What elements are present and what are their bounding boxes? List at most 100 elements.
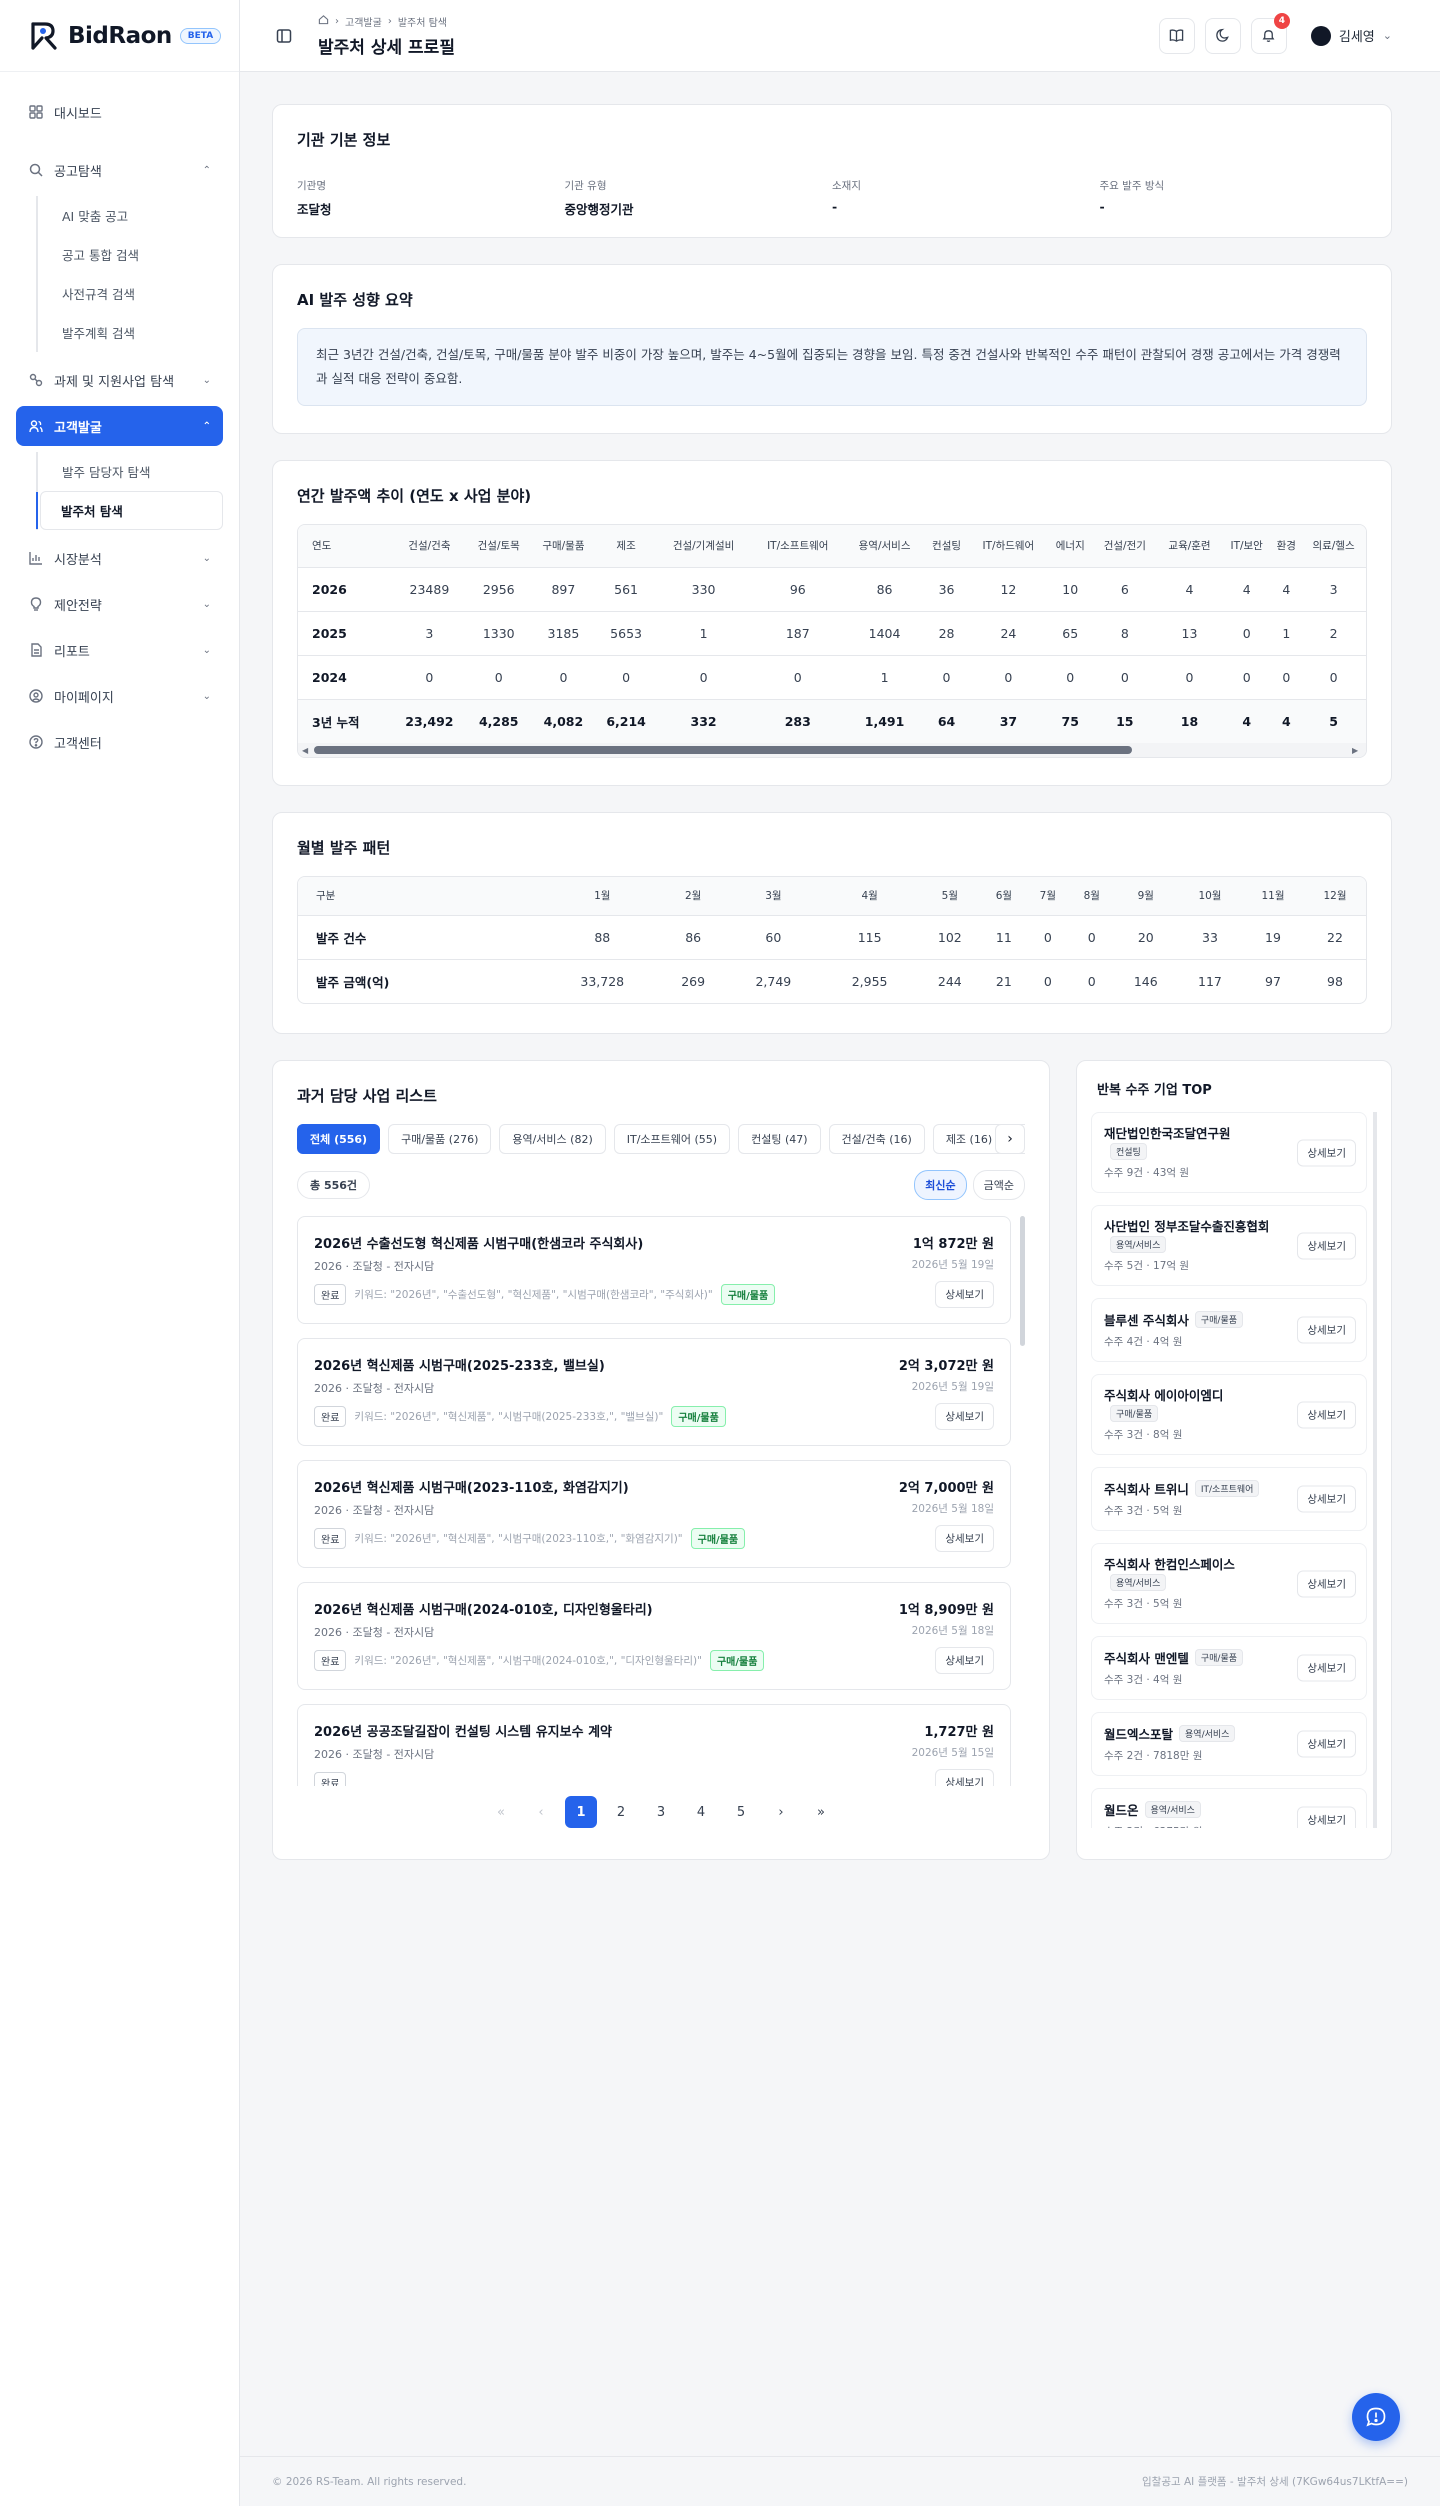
notifications-button[interactable]: 4 (1250, 12, 1290, 54)
sidebar-item-market-analysis[interactable]: 시장분석 ⌄ (16, 538, 223, 578)
firm-item[interactable]: 재단법인한국조달연구원컨설팅 수주 9건 · 43억 원 상세보기 (1091, 1112, 1367, 1193)
detail-button[interactable]: 상세보기 (935, 1769, 994, 1786)
firm-name[interactable]: 월드엑스포탈 (1104, 1727, 1173, 1742)
page-button[interactable]: 2 (605, 1796, 637, 1828)
breadcrumb-item[interactable]: 발주처 탐색 (398, 14, 447, 29)
firm-item[interactable]: 주식회사 맨엔텔 구매/물품 수주 3건 · 4억 원 상세보기 (1091, 1636, 1367, 1700)
list-scrollbar[interactable] (1020, 1216, 1025, 1346)
page-button[interactable]: 1 (565, 1796, 597, 1828)
firm-item[interactable]: 월드온용역/서비스수주 2건 · 6275만 원상세보기 (1091, 1788, 1367, 1828)
scroll-right-icon[interactable]: ▶ (1352, 746, 1362, 755)
project-title[interactable]: 2026년 혁신제품 시범구매(2024-010호, 디자인형울타리) (314, 1599, 994, 1618)
scroll-track[interactable] (314, 746, 1350, 754)
list-scrollbar[interactable] (1373, 1112, 1377, 1828)
sidebar-item-customer-discovery[interactable]: 고객발굴 ⌃ (16, 406, 223, 446)
last-page-button[interactable]: » (805, 1796, 837, 1828)
detail-button[interactable]: 상세보기 (1297, 1570, 1356, 1597)
detail-button[interactable]: 상세보기 (1297, 1806, 1356, 1828)
column-header: 컨설팅 (924, 525, 969, 568)
project-item[interactable]: 2026년 공공조달길잡이 컨설팅 시스템 유지보수 계약 2026 · 조달청 … (297, 1704, 1011, 1786)
horizontal-scrollbar[interactable]: ◀ ▶ (298, 743, 1366, 757)
sort-toggle: 최신순 금액순 (914, 1170, 1025, 1200)
project-title[interactable]: 2026년 공공조달길잡이 컨설팅 시스템 유지보수 계약 (314, 1721, 994, 1740)
firm-item[interactable]: 블루센 주식회사 구매/물품 수주 4건 · 4억 원 상세보기 (1091, 1298, 1367, 1362)
sidebar-item-proposal-strategy[interactable]: 제안전략 ⌄ (16, 584, 223, 624)
scroll-left-icon[interactable]: ◀ (302, 746, 312, 755)
firm-name[interactable]: 주식회사 맨엔텔 (1104, 1651, 1189, 1666)
past-projects-card: 과거 담당 사업 리스트 전체 (556) 구매/물품 (276) 용역/서비스 (… (272, 1060, 1050, 1860)
sidebar-item-agency-search[interactable]: 발주처 탐색 (36, 491, 223, 530)
prev-page-button[interactable]: ‹ (525, 1796, 557, 1828)
sidebar-item-order-plan-search[interactable]: 발주계획 검색 (42, 313, 223, 352)
firm-name[interactable]: 주식회사 에이아이엠디 (1104, 1388, 1223, 1403)
next-page-button[interactable]: › (765, 1796, 797, 1828)
category-chip[interactable]: 컨설팅 (47) (738, 1124, 821, 1154)
firm-item[interactable]: 월드엑스포탈 용역/서비스 수주 2건 · 7818만 원 상세보기 (1091, 1712, 1367, 1776)
detail-button[interactable]: 상세보기 (1297, 1139, 1356, 1166)
sidebar-item-bid-integrated-search[interactable]: 공고 통합 검색 (42, 235, 223, 274)
project-item[interactable]: 2026년 수출선도형 혁신제품 시범구매(한샘코라 주식회사) 2026 · 조… (297, 1216, 1011, 1324)
sidebar-item-reports[interactable]: 리포트 ⌄ (16, 630, 223, 670)
page-button[interactable]: 5 (725, 1796, 757, 1828)
sidebar-item-officer-search[interactable]: 발주 담당자 탐색 (42, 452, 223, 491)
detail-button[interactable]: 상세보기 (935, 1403, 994, 1430)
top-firms-list[interactable]: 재단법인한국조달연구원컨설팅 수주 9건 · 43억 원 상세보기사단법인 정부조달… (1091, 1112, 1377, 1828)
firm-name[interactable]: 사단법인 정부조달수출진흥협회 (1104, 1219, 1269, 1234)
category-chip[interactable]: 건설/건축 (16) (828, 1124, 925, 1154)
detail-button[interactable]: 상세보기 (935, 1647, 994, 1674)
sidebar-item-grants[interactable]: 과제 및 지원사업 탐색 ⌄ (16, 360, 223, 400)
firm-name[interactable]: 월드온 (1104, 1803, 1139, 1818)
sidebar-item-dashboard[interactable]: 대시보드 (16, 92, 223, 132)
chevron-right-icon[interactable]: › (995, 1124, 1025, 1154)
category-chip[interactable]: IT/소프트웨어 (55) (613, 1124, 731, 1154)
sidebar-item-bid-search[interactable]: 공고탐색 ⌃ (16, 150, 223, 190)
sidebar-item-pre-spec-search[interactable]: 사전규격 검색 (42, 274, 223, 313)
firm-item[interactable]: 사단법인 정부조달수출진흥협회용역/서비스 수주 5건 · 17억 원 상세보기 (1091, 1205, 1367, 1286)
firm-item[interactable]: 주식회사 에이아이엠디구매/물품 수주 3건 · 8억 원 상세보기 (1091, 1374, 1367, 1455)
firm-name[interactable]: 주식회사 한컴인스페이스 (1104, 1557, 1235, 1572)
sort-latest-button[interactable]: 최신순 (914, 1170, 967, 1200)
chat-support-button[interactable] (1352, 2393, 1400, 2441)
sidebar-item-mypage[interactable]: 마이페이지 ⌄ (16, 676, 223, 716)
theme-toggle-button[interactable] (1204, 17, 1241, 54)
detail-button[interactable]: 상세보기 (1297, 1730, 1356, 1758)
home-icon[interactable] (318, 14, 329, 28)
project-title[interactable]: 2026년 수출선도형 혁신제품 시범구매(한샘코라 주식회사) (314, 1233, 994, 1252)
detail-button[interactable]: 상세보기 (1297, 1654, 1356, 1682)
detail-button[interactable]: 상세보기 (935, 1525, 994, 1552)
page-button[interactable]: 4 (685, 1796, 717, 1828)
project-item[interactable]: 2026년 혁신제품 시범구매(2023-110호, 화염감지기) 2026 · … (297, 1460, 1011, 1568)
firm-item[interactable]: 주식회사 트위니 IT/소프트웨어 수주 3건 · 5억 원 상세보기 (1091, 1467, 1367, 1531)
user-menu[interactable]: 김세영 ⌄ (1310, 25, 1392, 46)
logo[interactable]: BidRaon BETA (0, 0, 239, 72)
category-chip[interactable]: 구매/물품 (276) (388, 1124, 492, 1154)
detail-button[interactable]: 상세보기 (1297, 1316, 1356, 1344)
detail-button[interactable]: 상세보기 (1297, 1232, 1356, 1259)
firm-name[interactable]: 주식회사 트위니 (1104, 1482, 1189, 1497)
sidebar-item-support[interactable]: 고객센터 (16, 722, 223, 762)
category-chip[interactable]: 전체 (556) (297, 1124, 381, 1154)
guide-button[interactable] (1158, 17, 1195, 54)
sidebar-item-ai-bids[interactable]: AI 맞춤 공고 (42, 196, 223, 235)
sort-amount-button[interactable]: 금액순 (972, 1170, 1025, 1200)
table-cell: 3 (392, 611, 467, 656)
project-list[interactable]: 2026년 수출선도형 혁신제품 시범구매(한샘코라 주식회사) 2026 · 조… (297, 1216, 1025, 1786)
firm-item[interactable]: 주식회사 한컴인스페이스용역/서비스 수주 3건 · 5억 원 상세보기 (1091, 1543, 1367, 1624)
sidebar-toggle-button[interactable] (266, 18, 302, 54)
category-chip[interactable]: 용역/서비스 (82) (499, 1124, 606, 1154)
project-title[interactable]: 2026년 혁신제품 시범구매(2023-110호, 화염감지기) (314, 1477, 994, 1496)
project-item[interactable]: 2026년 혁신제품 시범구매(2024-010호, 디자인형울타리) 2026 … (297, 1582, 1011, 1690)
breadcrumb-item[interactable]: 고객발굴 (345, 14, 382, 29)
monthly-table: 구분 1월 2월 3월 4월 5월 6월 7월 8월 9월 10월 11월 12월 발주 건수 88 86 6… (298, 877, 1366, 1003)
firm-name[interactable]: 재단법인한국조달연구원 (1104, 1126, 1231, 1141)
detail-button[interactable]: 상세보기 (1297, 1485, 1356, 1513)
top-firms-card: 반복 수주 기업 TOP 재단법인한국조달연구원컨설팅 수주 9건 · 43억 원… (1076, 1060, 1392, 1860)
detail-button[interactable]: 상세보기 (1297, 1401, 1356, 1428)
project-item[interactable]: 2026년 혁신제품 시범구매(2025-233호, 밸브실) 2026 · 조달… (297, 1338, 1011, 1446)
firm-name[interactable]: 블루센 주식회사 (1104, 1313, 1189, 1328)
page-button[interactable]: 3 (645, 1796, 677, 1828)
first-page-button[interactable]: « (485, 1796, 517, 1828)
detail-button[interactable]: 상세보기 (935, 1281, 994, 1308)
project-title[interactable]: 2026년 혁신제품 시범구매(2025-233호, 밸브실) (314, 1355, 994, 1374)
scroll-thumb[interactable] (314, 746, 1133, 754)
